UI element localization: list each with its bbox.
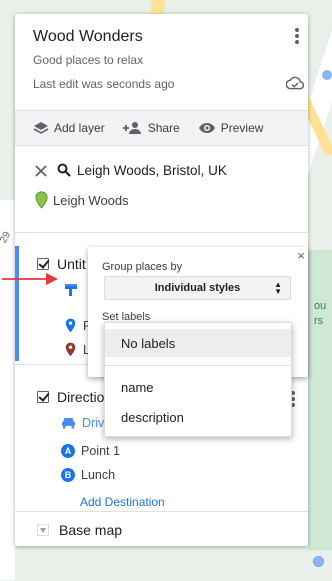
divider [15, 232, 308, 233]
dropdown-option[interactable]: description [105, 403, 291, 431]
panel-toolbar: Add layer Share Preview [15, 110, 308, 146]
route-point[interactable]: B Lunch [61, 468, 115, 482]
map-pin-icon [65, 342, 76, 357]
preview-label: Preview [220, 121, 264, 135]
route-point-label: Lunch [81, 468, 116, 482]
base-map-label: Base map [59, 522, 123, 538]
eye-icon [198, 123, 215, 133]
red-arrow-annotation [2, 273, 58, 285]
map-label: ou [314, 300, 327, 312]
group-by-value: Individual styles [154, 282, 241, 294]
base-map-toggle[interactable]: Base map [37, 522, 122, 538]
route-point-label: Point 1 [81, 444, 120, 458]
map-label: rs [314, 315, 324, 327]
paint-bucket-icon[interactable] [63, 282, 79, 298]
search-icon [57, 163, 71, 177]
cloud-saved-icon [286, 76, 304, 90]
search-result-label: Leigh Woods [53, 192, 129, 208]
divider [15, 511, 308, 512]
share-button[interactable]: Share [122, 121, 180, 135]
map-marker[interactable] [313, 556, 324, 567]
labels-dropdown: No labels name description [104, 322, 292, 437]
dropdown-option[interactable]: name [105, 373, 291, 401]
divider [105, 365, 291, 366]
route-point[interactable]: A Point 1 [61, 444, 120, 458]
search-layer-row: Leigh Woods, Bristol, UK [15, 157, 308, 183]
map-pin-icon [65, 318, 76, 333]
map-header: Wood Wonders Good places to relax Last e… [15, 14, 308, 109]
layers-icon [33, 122, 49, 134]
add-layer-label: Add layer [54, 121, 105, 135]
layer-title[interactable]: Directio [57, 389, 104, 405]
layer-title[interactable]: Untit [57, 256, 86, 272]
search-query[interactable]: Leigh Woods, Bristol, UK [77, 163, 227, 178]
place-item[interactable]: L [65, 342, 90, 357]
car-icon [62, 418, 75, 429]
dropdown-option[interactable]: No labels [105, 329, 291, 357]
travel-mode[interactable]: Drivi [61, 416, 107, 430]
more-options-icon[interactable] [290, 26, 304, 46]
select-arrows-icon: ▲ ▼ [274, 280, 282, 296]
map-pin-icon [35, 191, 48, 209]
group-places-label: Group places by [102, 261, 183, 273]
map-marker[interactable] [322, 70, 332, 80]
preview-button[interactable]: Preview [198, 121, 264, 135]
map-description[interactable]: Good places to relax [33, 53, 143, 67]
expand-icon [37, 524, 49, 536]
layer-visibility-checkbox[interactable] [37, 258, 49, 270]
group-by-select[interactable]: Individual styles ▲ ▼ [104, 276, 291, 300]
layer-visibility-checkbox[interactable] [37, 391, 49, 403]
point-b-badge: B [61, 468, 75, 482]
point-a-badge: A [61, 444, 75, 458]
add-person-icon [122, 122, 141, 134]
close-icon[interactable]: × [297, 249, 305, 262]
search-result-item[interactable]: Leigh Woods [35, 191, 129, 209]
last-edit-status: Last edit was seconds ago [33, 77, 175, 91]
share-label: Share [147, 121, 180, 135]
add-layer-button[interactable]: Add layer [33, 121, 105, 135]
add-destination-link[interactable]: Add Destination [80, 495, 165, 509]
map-title[interactable]: Wood Wonders [33, 28, 143, 46]
close-icon[interactable] [35, 164, 47, 177]
